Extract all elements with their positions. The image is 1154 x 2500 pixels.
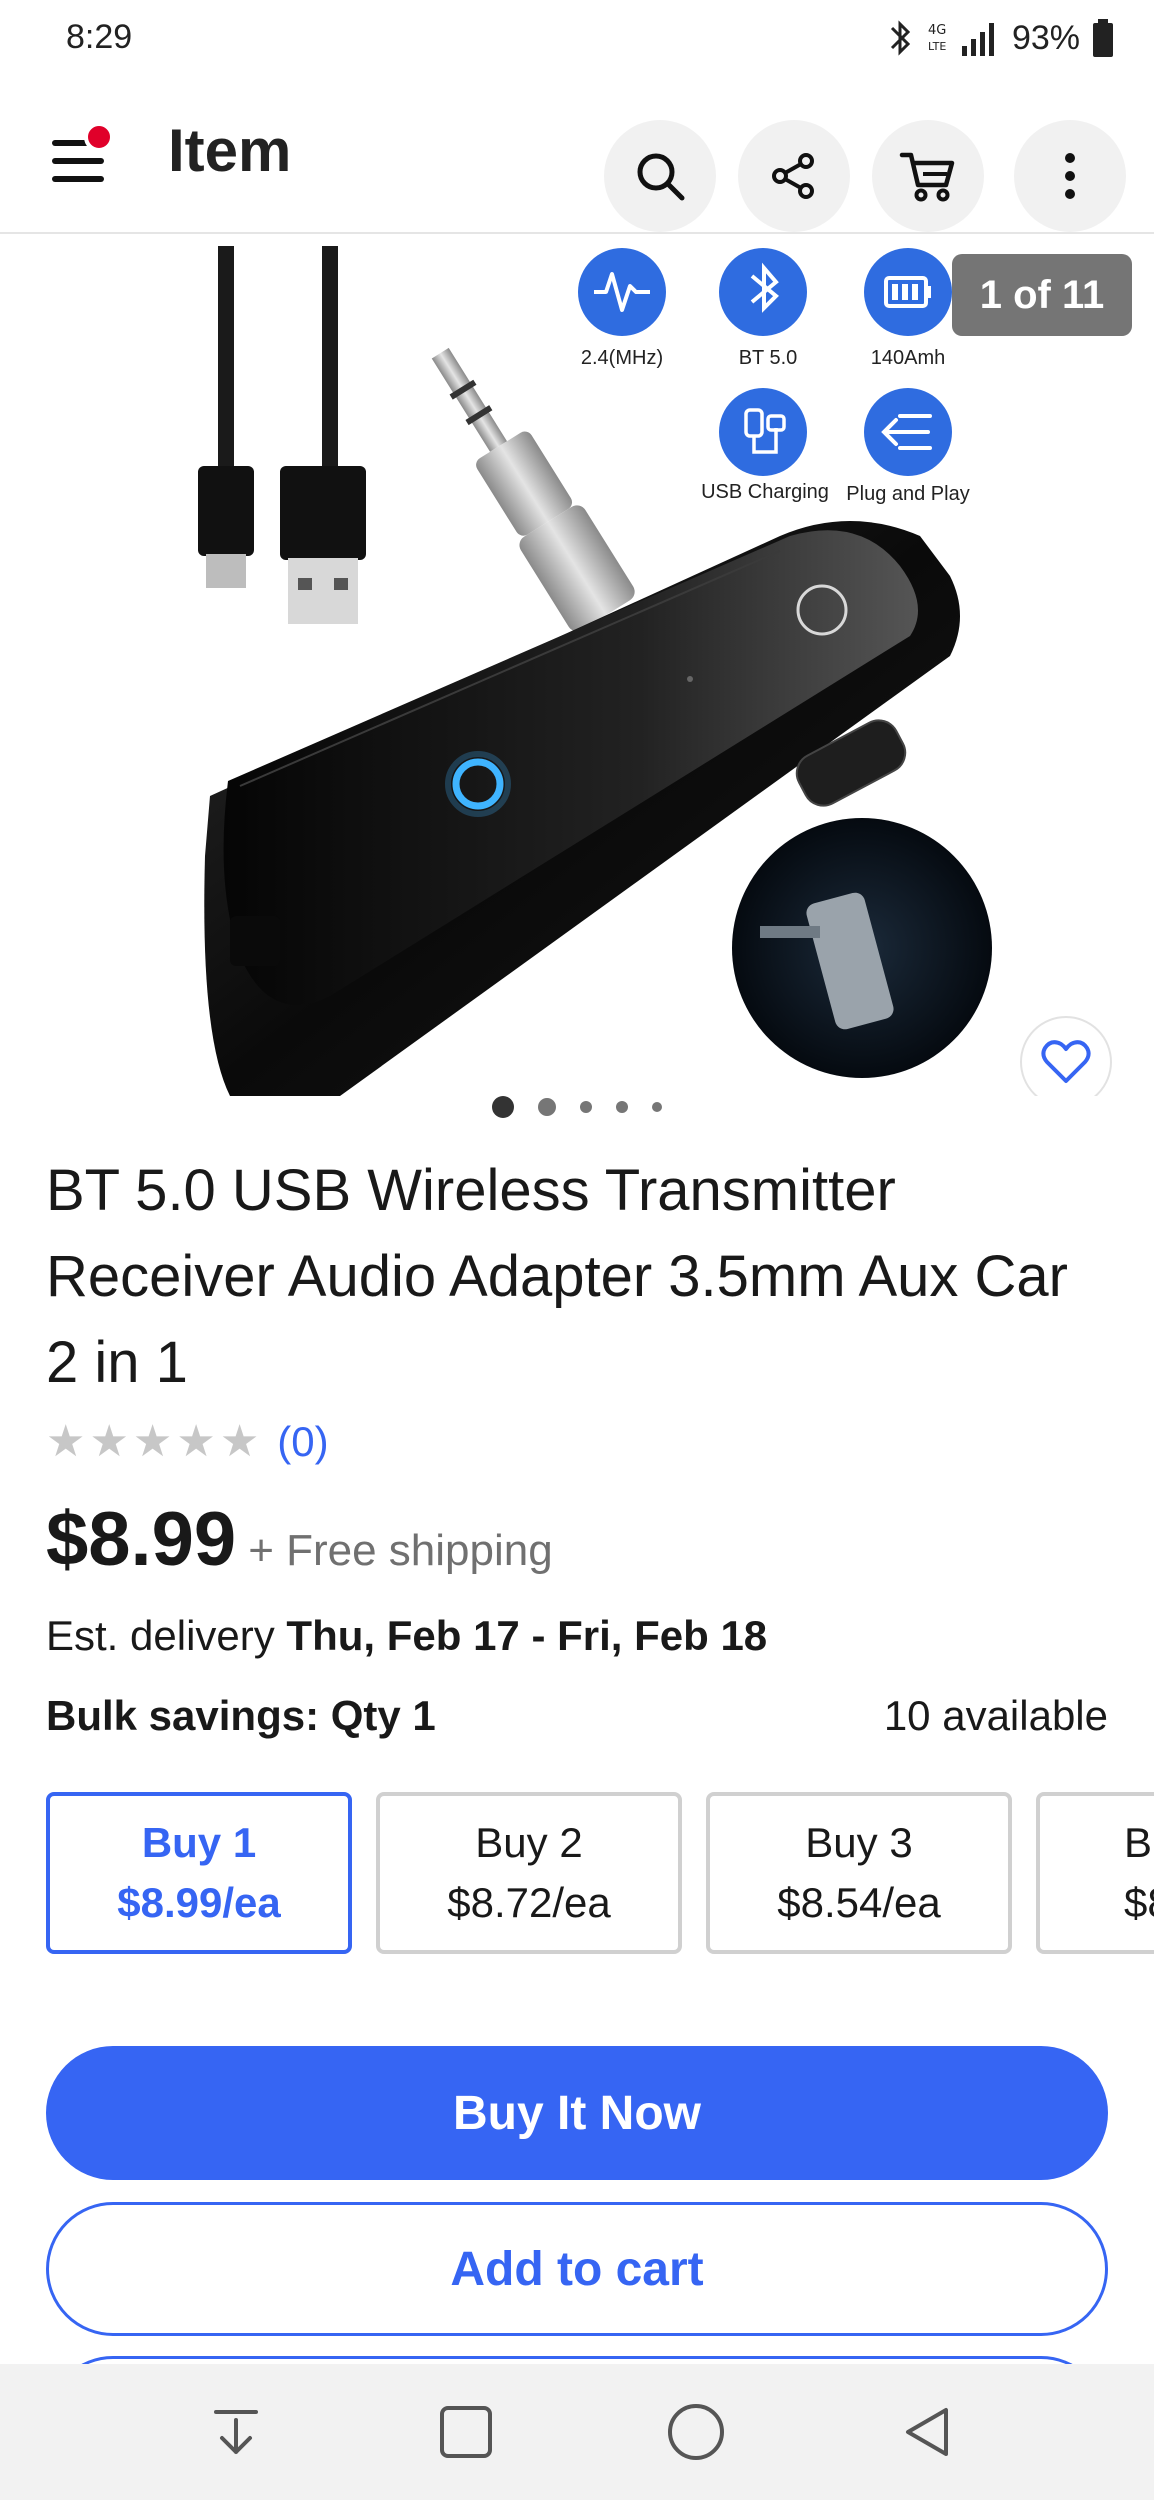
bulk-option-price: $8.72/ea [447, 1879, 611, 1926]
carousel-dot[interactable] [580, 1101, 592, 1113]
status-icons: 4G LTE 93% [888, 16, 1114, 60]
feature-label: USB Charging [701, 481, 829, 503]
product-title: BT 5.0 USB Wireless Transmitter Receiver… [46, 1158, 1068, 1395]
recent-download-icon [214, 2410, 258, 2454]
page-title: Item [168, 117, 292, 184]
status-bar: 8:29 4G LTE 93% [0, 0, 1154, 76]
star-icon: ★ [176, 1417, 216, 1466]
bulk-option-qty: Buy 3 [805, 1819, 913, 1866]
bulk-option-buy-1[interactable]: Buy 1 $8.99/ea [46, 1792, 352, 1954]
bulk-option-buy-4[interactable]: B $8. [1036, 1792, 1154, 1954]
status-time: 8:29 [66, 18, 133, 56]
star-icon: ★ [219, 1417, 260, 1466]
signal-icon [960, 20, 1000, 56]
product-gallery[interactable]: 2.4(MHz) BT 5.0 140Amh USB Charging Plug… [0, 236, 1154, 1096]
bulk-option-price: $8. [1124, 1879, 1154, 1926]
back-triangle-icon [906, 2408, 948, 2456]
carousel-dots [0, 1094, 1154, 1120]
item-price: $8.99 [46, 1497, 237, 1582]
battery-text: 93% [1011, 18, 1080, 57]
nav-recents-button[interactable] [426, 2392, 506, 2472]
cart-icon [899, 152, 955, 202]
bulk-option-buy-2[interactable]: Buy 2 $8.72/ea [376, 1792, 682, 1954]
svg-text:4G: 4G [928, 23, 946, 38]
heart-icon [1041, 1040, 1091, 1083]
bluetooth-icon [888, 18, 914, 58]
price-row: $8.99 + Free shipping [46, 1496, 553, 1583]
delivery-dates: Thu, Feb 17 - Fri, Feb 18 [286, 1612, 768, 1659]
cart-button[interactable] [872, 120, 984, 232]
bulk-option-price: $8.99/ea [117, 1879, 281, 1926]
carousel-dot[interactable] [652, 1102, 662, 1112]
carousel-dot-active[interactable] [492, 1096, 514, 1118]
app-header: Item [0, 76, 1154, 234]
carousel-dot[interactable] [538, 1098, 556, 1116]
notification-dot [84, 122, 114, 152]
feature-icons: 2.4(MHz) BT 5.0 140Amh USB Charging Plug… [578, 248, 970, 505]
nav-hide-keyboard-button[interactable] [196, 2392, 276, 2472]
lte-icon: 4G LTE [926, 18, 948, 58]
nav-home-button[interactable] [656, 2392, 736, 2472]
system-nav-bar [0, 2364, 1154, 2500]
more-vert-icon [1065, 153, 1075, 199]
bulk-options: Buy 1 $8.99/ea Buy 2 $8.72/ea Buy 3 $8.5… [46, 1792, 1154, 1954]
bulk-option-qty: Buy 1 [141, 1819, 257, 1866]
image-counter: 1 of 11 [952, 254, 1132, 336]
available-quantity: 10 available [883, 1692, 1108, 1739]
bulk-option-buy-3[interactable]: Buy 3 $8.54/ea [706, 1792, 1012, 1954]
search-button[interactable] [604, 120, 716, 232]
square-icon [440, 2406, 492, 2458]
shipping-info: + Free shipping [248, 1526, 553, 1575]
delivery-estimate: Est. delivery Thu, Feb 17 - Fri, Feb 18 [46, 1612, 767, 1660]
feature-label: 140Amh [871, 347, 946, 369]
battery-icon [1092, 18, 1114, 58]
bulk-savings-label: Bulk savings: Qty 1 [46, 1692, 436, 1739]
bulk-option-price: $8.54/ea [777, 1879, 941, 1926]
add-to-cart-button[interactable]: Add to cart [46, 2202, 1108, 2336]
feature-label: Plug and Play [846, 483, 969, 505]
star-icon: ★ [46, 1417, 86, 1466]
more-options-button[interactable] [1014, 120, 1126, 232]
feature-label: 2.4(MHz) [581, 347, 663, 369]
bulk-option-qty: Buy 2 [475, 1819, 583, 1866]
share-icon [772, 153, 814, 199]
menu-button[interactable] [44, 120, 116, 192]
share-button[interactable] [738, 120, 850, 232]
nav-back-button[interactable] [888, 2392, 968, 2472]
buy-it-now-button[interactable]: Buy It Now [46, 2046, 1108, 2180]
star-icon: ★ [132, 1417, 173, 1466]
rating-row[interactable]: ★ ★ ★ ★ ★ (0) [46, 1414, 329, 1470]
svg-text:LTE: LTE [928, 40, 946, 53]
star-icon: ★ [89, 1417, 129, 1466]
carousel-dot[interactable] [616, 1101, 628, 1113]
feature-label: BT 5.0 [739, 347, 798, 369]
search-icon [637, 153, 685, 201]
delivery-label: Est. delivery [46, 1612, 275, 1659]
bulk-option-qty: B [1124, 1819, 1153, 1866]
home-circle-icon [668, 2404, 724, 2460]
product-image[interactable]: 2.4(MHz) BT 5.0 140Amh USB Charging Plug… [0, 236, 1154, 1096]
rating-count-link[interactable]: (0) [277, 1418, 328, 1466]
